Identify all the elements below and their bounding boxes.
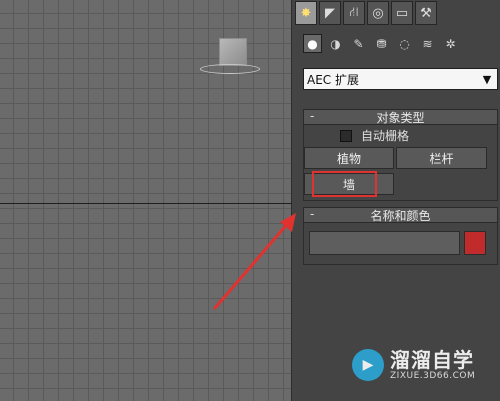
- geometry-button[interactable]: ●: [303, 34, 322, 53]
- utilities-icon: ⚒: [420, 5, 432, 21]
- space-warps-button[interactable]: ≋: [418, 34, 437, 53]
- object-color-swatch[interactable]: [464, 231, 486, 255]
- lights-button[interactable]: ✎: [349, 34, 368, 53]
- watermark-title: 溜溜自学: [390, 348, 474, 372]
- railing-button[interactable]: 栏杆: [396, 147, 487, 169]
- watermark-text: 溜溜自学 ZIXUE.3D66.COM: [390, 349, 475, 381]
- create-tab[interactable]: ✸: [295, 1, 317, 25]
- modify-icon: ◤: [325, 5, 335, 21]
- wall-button[interactable]: 墙: [304, 173, 394, 195]
- object-type-title: 对象类型: [376, 110, 425, 125]
- helpers-icon: ◌: [399, 36, 410, 51]
- watermark-url: ZIXUE.3D66.COM: [390, 371, 476, 381]
- create-subcategories: ● ◑ ✎ ⛃ ◌ ≋ ✲: [303, 34, 460, 53]
- viewcube-compass-ring[interactable]: [200, 64, 260, 74]
- foliage-button[interactable]: 植物: [304, 147, 394, 169]
- collapse-icon[interactable]: -: [310, 109, 314, 123]
- object-type-rollout-header[interactable]: - 对象类型: [303, 109, 498, 125]
- motion-tab[interactable]: ◎: [367, 1, 389, 25]
- name-color-rollout-header[interactable]: - 名称和颜色: [303, 207, 498, 223]
- object-name-field[interactable]: [309, 231, 460, 255]
- helpers-button[interactable]: ◌: [395, 34, 414, 53]
- display-tab[interactable]: ▭: [391, 1, 413, 25]
- autogrid-option[interactable]: 自动栅格: [340, 127, 409, 144]
- systems-icon: ✲: [445, 36, 456, 51]
- geometry-icon: ●: [307, 36, 318, 51]
- collapse-icon[interactable]: -: [310, 207, 314, 221]
- cameras-icon: ⛃: [376, 36, 387, 51]
- name-color-title: 名称和颜色: [370, 208, 431, 223]
- utilities-tab[interactable]: ⚒: [415, 1, 437, 25]
- watermark: ▶ 溜溜自学 ZIXUE.3D66.COM: [352, 340, 492, 390]
- hierarchy-tab[interactable]: ⛙: [343, 1, 365, 25]
- viewcube[interactable]: [198, 36, 262, 76]
- grid-axis-line: [0, 203, 292, 204]
- viewcube-box[interactable]: [219, 38, 247, 66]
- motion-icon: ◎: [372, 5, 384, 21]
- autogrid-checkbox[interactable]: [340, 129, 352, 142]
- perspective-viewport[interactable]: [0, 0, 292, 401]
- wall-button-label: 墙: [342, 177, 355, 192]
- railing-button-label: 栏杆: [429, 151, 454, 166]
- category-dropdown-value: AEC 扩展: [307, 72, 359, 87]
- hierarchy-icon: ⛙: [349, 4, 359, 20]
- shapes-icon: ◑: [330, 36, 341, 51]
- modify-tab[interactable]: ◤: [319, 1, 341, 25]
- display-icon: ▭: [395, 5, 409, 21]
- command-panel-tabs: ✸ ◤ ⛙ ◎ ▭ ⚒: [295, 1, 437, 27]
- foliage-button-label: 植物: [336, 151, 361, 166]
- lights-icon: ✎: [353, 36, 364, 51]
- category-dropdown[interactable]: AEC 扩展 ▼: [303, 68, 498, 90]
- play-logo-icon: ▶: [352, 349, 384, 381]
- chevron-down-icon[interactable]: ▼: [479, 71, 495, 87]
- create-icon: ✸: [300, 5, 312, 21]
- systems-button[interactable]: ✲: [441, 34, 460, 53]
- autogrid-label: 自动栅格: [361, 129, 410, 143]
- cameras-button[interactable]: ⛃: [372, 34, 391, 53]
- space-warps-icon: ≋: [422, 36, 433, 51]
- shapes-button[interactable]: ◑: [326, 34, 345, 53]
